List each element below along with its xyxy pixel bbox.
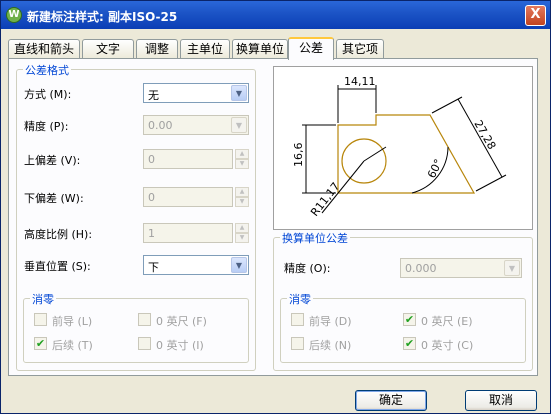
alt-zero-suppression-legend: 消零 <box>287 291 313 307</box>
spin-up-icon[interactable]: ▲ <box>235 223 249 233</box>
lower-deviation-value: 0 <box>148 191 155 204</box>
upper-deviation-spinner[interactable]: ▲ ▼ <box>235 149 249 169</box>
tab-lines-arrows[interactable]: 直线和箭头 <box>8 39 80 59</box>
tolerance-format-legend: 公差格式 <box>23 62 71 78</box>
vertical-position-label: 垂直位置 (S): <box>24 260 91 273</box>
spin-up-icon[interactable]: ▲ <box>235 187 249 197</box>
app-icon: W <box>6 7 22 23</box>
upper-deviation-value: 0 <box>148 153 155 166</box>
zero-suppression-legend: 消零 <box>30 291 56 307</box>
trailing-label: 后续 (T) <box>52 339 93 352</box>
vertical-position-value: 下 <box>148 261 159 274</box>
tolerances-panel: 公差格式 方式 (M): 无 ▼ 精度 (P): 0.00 ▼ 上偏差 (V):… <box>8 58 538 376</box>
method-value: 无 <box>148 89 159 102</box>
precision-value: 0.00 <box>148 119 173 132</box>
alt-precision-select[interactable]: 0.000 ▼ <box>400 258 522 278</box>
spin-down-icon[interactable]: ▼ <box>235 233 249 243</box>
precision-label: 精度 (P): <box>24 120 69 133</box>
leading-checkbox[interactable] <box>34 313 47 326</box>
method-label: 方式 (M): <box>24 88 72 101</box>
alt-zero-suppression-group: 消零 前导 (D) 后续 (N) ✔ 0 英尺 (E) ✔ 0 英寸 (C) <box>280 291 526 363</box>
zero-inches-label: 0 英寸 (I) <box>156 339 204 352</box>
dim-top-text: 14,11 <box>344 75 376 88</box>
zero-inches-checkbox[interactable] <box>138 337 151 350</box>
tab-other[interactable]: 其它项 <box>336 39 384 59</box>
spin-down-icon[interactable]: ▼ <box>235 159 249 169</box>
zero-feet-checkbox[interactable] <box>138 313 151 326</box>
lower-deviation-spinner[interactable]: ▲ ▼ <box>235 187 249 207</box>
alt-precision-value: 0.000 <box>405 262 437 275</box>
alt-zero-feet-label: 0 英尺 (E) <box>421 315 473 328</box>
alt-zero-inches-checkbox[interactable]: ✔ <box>403 337 416 350</box>
precision-select[interactable]: 0.00 ▼ <box>143 115 249 135</box>
title-bar[interactable]: W 新建标注样式: 副本ISO-25 X <box>1 1 550 29</box>
ok-button[interactable]: 确定 <box>355 390 427 411</box>
preview-pane: 14,11 16,6 27,28 60° R11,17 <box>273 66 533 230</box>
tolerance-format-group: 公差格式 方式 (M): 无 ▼ 精度 (P): 0.00 ▼ 上偏差 (V):… <box>16 62 256 371</box>
alt-trailing-checkbox[interactable] <box>291 337 304 350</box>
dimension-preview-drawing: 14,11 16,6 27,28 60° R11,17 <box>292 75 507 219</box>
alternate-unit-tolerance-legend: 换算单位公差 <box>280 230 350 246</box>
alt-zero-inches-label: 0 英寸 (C) <box>421 339 474 352</box>
preview-geometry <box>337 114 476 194</box>
alt-leading-checkbox[interactable] <box>291 313 304 326</box>
tab-primary-units[interactable]: 主单位 <box>180 39 230 59</box>
alternate-unit-tolerance-group: 换算单位公差 精度 (O): 0.000 ▼ 消零 前导 (D) 后续 (N) … <box>273 230 533 371</box>
spin-up-icon[interactable]: ▲ <box>235 149 249 159</box>
upper-deviation-label: 上偏差 (V): <box>24 154 81 167</box>
lower-deviation-input[interactable]: 0 <box>143 187 233 207</box>
tab-alternate-units[interactable]: 换算单位 <box>232 39 288 59</box>
zero-suppression-group: 消零 前导 (L) ✔ 后续 (T) 0 英尺 (F) 0 英寸 (I) <box>23 291 249 363</box>
chevron-down-icon[interactable]: ▼ <box>231 85 247 101</box>
window-title: 新建标注样式: 副本ISO-25 <box>27 10 178 24</box>
alt-precision-label: 精度 (O): <box>284 262 331 275</box>
chevron-down-icon[interactable]: ▼ <box>231 117 247 133</box>
leading-label: 前导 (L) <box>52 315 93 328</box>
radius-text: R11,17 <box>308 180 342 219</box>
dim-left-text: 16,6 <box>292 143 305 168</box>
chevron-down-icon[interactable]: ▼ <box>231 257 247 273</box>
tab-text[interactable]: 文字 <box>82 39 134 59</box>
height-scale-spinner[interactable]: ▲ ▼ <box>235 223 249 243</box>
chevron-down-icon[interactable]: ▼ <box>504 260 520 276</box>
tab-fit[interactable]: 调整 <box>136 39 178 59</box>
upper-deviation-input[interactable]: 0 <box>143 149 233 169</box>
method-select[interactable]: 无 ▼ <box>143 83 249 103</box>
zero-feet-label: 0 英尺 (F) <box>156 315 207 328</box>
alt-leading-label: 前导 (D) <box>309 315 352 328</box>
alt-zero-feet-checkbox[interactable]: ✔ <box>403 313 416 326</box>
close-button[interactable]: X <box>525 5 546 26</box>
tab-tolerances[interactable]: 公差 <box>288 37 334 60</box>
trailing-checkbox[interactable]: ✔ <box>34 337 47 350</box>
lower-deviation-label: 下偏差 (W): <box>24 192 84 205</box>
angle-text: 60° <box>425 157 445 180</box>
dimension-style-dialog: W 新建标注样式: 副本ISO-25 X 直线和箭头 文字 调整 主单位 换算单… <box>0 0 551 414</box>
cancel-button[interactable]: 取消 <box>465 390 537 411</box>
dim-right-text: 27,28 <box>471 118 498 152</box>
height-scale-value: 1 <box>148 227 155 240</box>
height-scale-label: 高度比例 (H): <box>24 228 93 241</box>
spin-down-icon[interactable]: ▼ <box>235 197 249 207</box>
alt-trailing-label: 后续 (N) <box>309 339 352 352</box>
height-scale-input[interactable]: 1 <box>143 223 233 243</box>
vertical-position-select[interactable]: 下 ▼ <box>143 255 249 275</box>
